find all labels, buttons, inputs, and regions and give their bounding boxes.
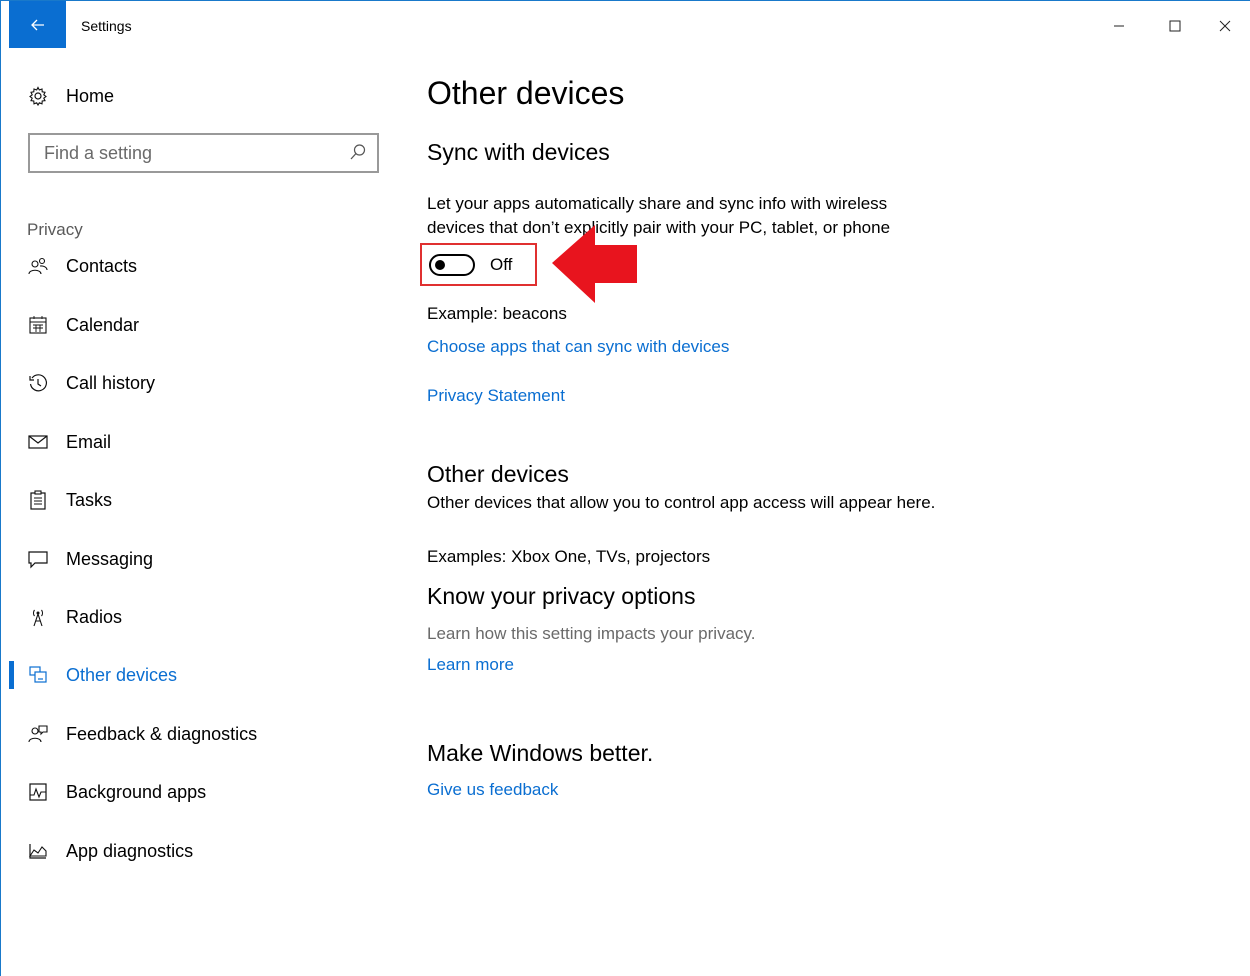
sidebar-item-background-apps[interactable]: Background apps: [9, 772, 389, 812]
arrow-left-icon: [30, 19, 44, 30]
sidebar-item-app-diagnostics[interactable]: App diagnostics: [9, 831, 389, 871]
sidebar-item-label: Calendar: [66, 314, 140, 335]
minimize-icon: [1114, 25, 1124, 27]
sidebar-item-messaging[interactable]: Messaging: [9, 539, 389, 579]
privacy-options-heading: Know your privacy options: [427, 583, 696, 609]
privacy-statement-link[interactable]: Privacy Statement: [427, 386, 565, 406]
sidebar-item-other-devices[interactable]: Other devices: [9, 655, 389, 695]
search-input[interactable]: [30, 135, 330, 171]
active-indicator: [9, 311, 14, 339]
messaging-icon: [28, 551, 48, 569]
settings-window: Settings Home Privacy: [0, 0, 1250, 976]
sidebar-item-label: Call history: [66, 372, 156, 393]
sidebar-item-label: Tasks: [66, 489, 113, 510]
sidebar-item-feedback-diagnostics[interactable]: Feedback & diagnostics: [9, 714, 389, 754]
annotation-arrow: [552, 225, 637, 303]
toggle-state-label: Off: [490, 255, 513, 274]
active-indicator: [9, 778, 14, 806]
sidebar-item-label: Radios: [66, 606, 123, 627]
example-beacons: Example: beacons: [427, 304, 567, 323]
home-label: Home: [66, 85, 115, 106]
sidebar-item-label: Other devices: [66, 664, 178, 685]
active-indicator: [9, 661, 14, 689]
background-apps-icon: [29, 783, 47, 801]
email-icon: [28, 435, 48, 449]
sidebar-item-call-history[interactable]: Call history: [9, 363, 389, 403]
active-indicator: [9, 428, 14, 456]
sidebar-item-calendar[interactable]: Calendar: [9, 305, 389, 345]
sidebar-item-label: Background apps: [66, 781, 207, 802]
sidebar-item-label: Feedback & diagnostics: [66, 723, 258, 744]
radios-icon: [32, 609, 44, 627]
active-indicator: [9, 720, 14, 748]
sidebar-item-label: Contacts: [66, 255, 138, 276]
active-indicator: [9, 545, 14, 573]
other-devices-description: Other devices that allow you to control …: [427, 493, 936, 512]
sync-description: Let your apps automatically share and sy…: [427, 194, 891, 237]
choose-apps-link[interactable]: Choose apps that can sync with devices: [427, 337, 729, 357]
maximize-button[interactable]: [1147, 1, 1203, 51]
make-better-heading: Make Windows better.: [427, 740, 654, 766]
search-box[interactable]: [28, 133, 379, 173]
feedback-icon: [28, 725, 48, 743]
active-indicator: [9, 837, 14, 865]
home-link[interactable]: Home: [27, 81, 114, 111]
title-bar: Settings: [1, 1, 1250, 51]
call-history-icon: [29, 374, 47, 392]
back-button[interactable]: [9, 1, 66, 48]
learn-more-link[interactable]: Learn more: [427, 655, 514, 675]
active-indicator: [9, 252, 14, 280]
close-button[interactable]: [1197, 1, 1250, 51]
app-diagnostics-icon: [28, 844, 47, 859]
section-label-privacy: Privacy: [27, 220, 83, 239]
sidebar-item-tasks[interactable]: Tasks: [9, 480, 389, 520]
sync-toggle[interactable]: [429, 254, 475, 276]
close-icon: [1219, 20, 1231, 32]
search-icon: [350, 144, 366, 160]
active-indicator: [9, 603, 14, 631]
sync-heading: Sync with devices: [427, 139, 610, 165]
tasks-icon: [30, 490, 46, 510]
toggle-highlight-box: Off: [420, 243, 537, 286]
other-devices-examples: Examples: Xbox One, TVs, projectors: [427, 547, 711, 566]
maximize-icon: [1169, 20, 1181, 32]
privacy-options-description: Learn how this setting impacts your priv…: [427, 624, 756, 643]
calendar-icon: [29, 316, 47, 334]
sidebar-item-label: Email: [66, 431, 112, 452]
contacts-icon: [28, 257, 48, 275]
active-indicator: [9, 369, 14, 397]
minimize-button[interactable]: [1091, 1, 1147, 51]
other-devices-icon: [29, 666, 47, 683]
window-title: Settings: [81, 18, 132, 34]
sidebar-item-label: App diagnostics: [66, 840, 194, 861]
gear-icon: [29, 86, 47, 106]
feedback-link[interactable]: Give us feedback: [427, 780, 558, 800]
page-title: Other devices: [427, 75, 625, 111]
sidebar: Home Privacy Contacts: [1, 51, 401, 976]
other-devices-heading: Other devices: [427, 461, 569, 487]
toggle-knob: [435, 260, 445, 270]
active-indicator: [9, 486, 14, 514]
sidebar-item-contacts[interactable]: Contacts: [9, 246, 389, 286]
sidebar-item-radios[interactable]: Radios: [9, 597, 389, 637]
sidebar-item-label: Messaging: [66, 548, 154, 569]
sidebar-item-email[interactable]: Email: [9, 422, 389, 462]
